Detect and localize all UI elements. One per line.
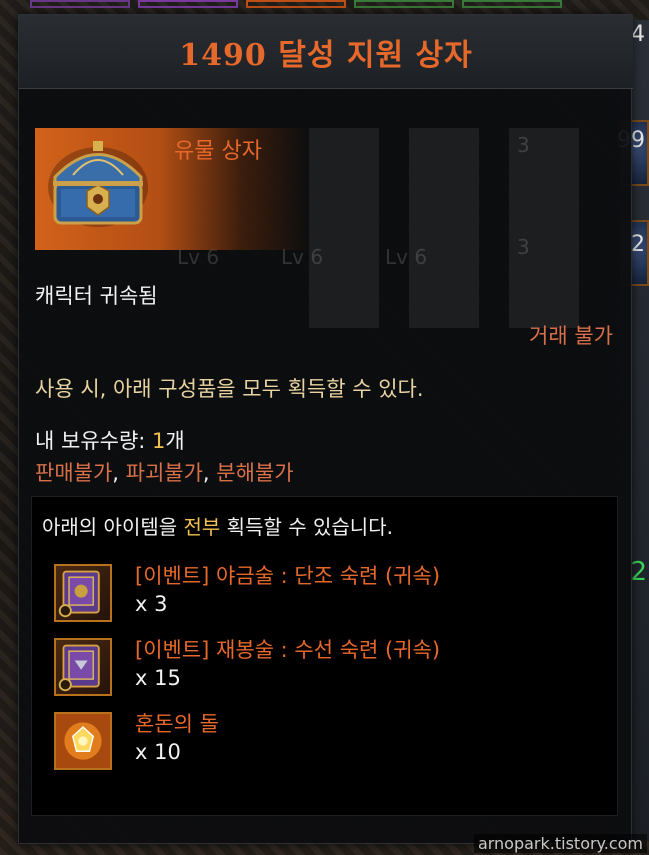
- book-icon: [54, 564, 112, 622]
- reward-name: [이벤트] 재봉술 : 수선 숙련 (귀속): [135, 638, 441, 662]
- reward-name: [이벤트] 야금술 : 단조 숙련 (귀속): [135, 564, 441, 588]
- contents-header: 아래의 아이템을 전부 획득할 수 있습니다.: [42, 511, 393, 540]
- restriction-sell: 판매불가: [35, 461, 113, 485]
- reward-item[interactable]: [이벤트] 야금술 : 단조 숙련 (귀속) x 3: [54, 560, 594, 624]
- reward-count: x 10: [135, 740, 181, 764]
- top-slot-row: [30, 0, 562, 8]
- top-slot[interactable]: [138, 0, 238, 8]
- contents-panel: 아래의 아이템을 전부 획득할 수 있습니다. [이벤트] 야금술 : 단조 숙…: [31, 496, 618, 816]
- restriction-dismantle: 분해불가: [216, 461, 294, 485]
- tooltip-title-bar: 1490 달성 지원 상자: [19, 15, 633, 89]
- reward-item[interactable]: 혼돈의 돌 x 10: [54, 708, 594, 772]
- owned-quantity: 내 보유수량: 1개: [35, 425, 185, 455]
- owned-label: 내 보유수량:: [35, 429, 153, 453]
- item-restrictions: 판매불가, 파괴불가, 분해불가: [35, 457, 294, 487]
- ghost-count: 3: [517, 235, 530, 259]
- item-tooltip: 1490 달성 지원 상자 Lv 6 Lv 6 Lv 6 3 3 유물 상자 캐…: [18, 14, 633, 844]
- inventory-count: 2: [631, 232, 645, 257]
- inventory-count: 4: [631, 22, 645, 47]
- ghost-count: 3: [517, 133, 530, 157]
- reward-name: 혼돈의 돌: [135, 712, 219, 736]
- reward-count: x 3: [135, 592, 168, 616]
- contents-header-highlight: 전부: [183, 515, 221, 539]
- trade-status: 거래 불가: [529, 324, 613, 348]
- bound-status: 캐릭터 귀속됨: [35, 284, 158, 308]
- top-slot[interactable]: [354, 0, 454, 8]
- ghost-level: Lv 6: [385, 245, 428, 269]
- restriction-separator: ,: [202, 461, 217, 485]
- inventory-count-green: 2: [630, 557, 647, 587]
- item-description: 사용 시, 아래 구성품을 모두 획득할 수 있다.: [35, 377, 424, 401]
- contents-header-post: 획득할 수 있습니다.: [220, 515, 393, 539]
- item-name: 유물 상자: [174, 139, 262, 164]
- book-icon: [54, 638, 112, 696]
- reward-item[interactable]: [이벤트] 재봉술 : 수선 숙련 (귀속) x 15: [54, 634, 594, 698]
- restriction-destroy: 파괴불가: [125, 461, 203, 485]
- contents-header-pre: 아래의 아이템을: [42, 515, 184, 539]
- top-slot[interactable]: [462, 0, 562, 8]
- owned-unit: 개: [165, 429, 185, 453]
- watermark: arnopark.tistory.com: [473, 834, 647, 853]
- top-slot[interactable]: [30, 0, 130, 8]
- owned-qty-value: 1: [152, 429, 166, 453]
- restriction-separator: ,: [112, 461, 126, 485]
- chaos-stone-icon: [54, 712, 112, 770]
- reward-count: x 15: [135, 666, 181, 690]
- top-slot[interactable]: [246, 0, 346, 8]
- relic-chest-icon: [48, 141, 148, 227]
- tooltip-title: 1490 달성 지원 상자: [179, 37, 473, 73]
- background-ghost-items: [309, 128, 609, 328]
